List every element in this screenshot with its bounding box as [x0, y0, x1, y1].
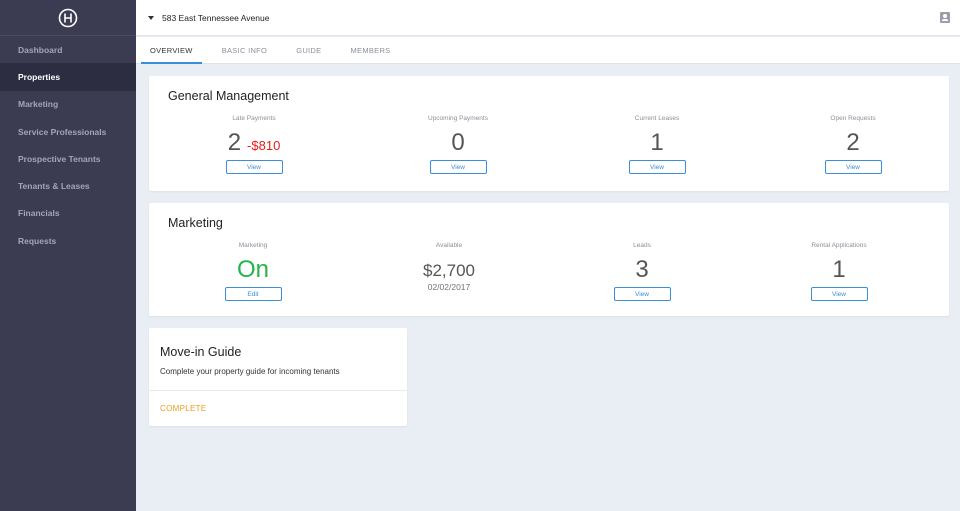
sidebar-item-label: Financials [18, 208, 60, 219]
stat-label: Open Requests [830, 115, 876, 122]
sidebar-item-dashboard[interactable]: Dashboard [0, 36, 136, 63]
sidebar-item-label: Tenants & Leases [18, 181, 90, 192]
sidebar-item-requests[interactable]: Requests [0, 227, 136, 254]
sidebar-item-service-professionals[interactable]: Service Professionals [0, 118, 136, 145]
edit-marketing-button[interactable]: Edit [224, 287, 282, 301]
sidebar-item-prospective-tenants[interactable]: Prospective Tenants [0, 145, 136, 172]
property-address-selector[interactable]: 583 East Tennessee Avenue [162, 13, 269, 23]
move-in-guide-card: Move-in Guide Complete your property gui… [149, 328, 407, 426]
stat-leads: Leads 3 View [541, 242, 743, 301]
caret-down-icon[interactable] [148, 15, 154, 20]
late-amount: -$810 [247, 138, 281, 153]
view-leads-button[interactable]: View [613, 287, 671, 301]
view-late-payments-button[interactable]: View [225, 160, 283, 174]
hexagon-logo-icon [58, 8, 78, 27]
sidebar-item-label: Dashboard [18, 44, 63, 55]
rent-amount: $2,700 [423, 261, 475, 280]
stat-available: Available $2,700 02/02/2017 [357, 242, 541, 301]
stat-value: 0 [451, 129, 465, 156]
tab-guide[interactable]: GUIDE [287, 37, 330, 63]
divider [149, 390, 407, 391]
stats-row: Marketing On Edit Available $2,700 02/02… [149, 242, 949, 301]
card-title: General Management [168, 89, 289, 103]
stat-label: Upcoming Payments [428, 115, 488, 122]
sidebar-item-label: Marketing [18, 99, 59, 110]
marketing-status-value: On [236, 256, 269, 283]
card-title: Marketing [168, 216, 223, 230]
top-bar: 583 East Tennessee Avenue [136, 0, 960, 36]
sidebar-item-marketing[interactable]: Marketing [0, 91, 136, 118]
account-box-icon[interactable] [940, 12, 950, 23]
sidebar-item-label: Properties [18, 71, 61, 82]
logo[interactable] [0, 0, 136, 36]
stat-label: Available [435, 242, 463, 249]
sidebar-item-label: Requests [18, 235, 57, 246]
sidebar: Dashboard Properties Marketing Service P… [0, 0, 136, 511]
sidebar-item-tenants-leases[interactable]: Tenants & Leases [0, 172, 136, 199]
stats-row: Late Payments 2 -$810 View Upcoming Paym… [149, 115, 949, 174]
stat-late-payments: Late Payments 2 -$810 View [149, 115, 359, 174]
general-management-card: General Management Late Payments 2 -$810… [149, 76, 949, 191]
stat-label: Late Payments [232, 115, 276, 122]
guide-description: Complete your property guide for incomin… [160, 367, 340, 376]
stat-label: Current Leases [634, 115, 680, 122]
stat-marketing: Marketing On Edit [149, 242, 357, 301]
tab-members[interactable]: MEMBERS [341, 37, 399, 63]
stat-value: 1 [650, 129, 664, 156]
guide-title: Move-in Guide [160, 345, 242, 359]
stat-upcoming-payments: Upcoming Payments 0 View [359, 115, 557, 174]
marketing-card: Marketing Marketing On Edit Available $2… [149, 203, 949, 316]
stat-value: 2 [846, 129, 860, 156]
stat-value: 2 [227, 129, 242, 156]
available-date: 02/02/2017 [427, 282, 471, 292]
sidebar-nav: Dashboard Properties Marketing Service P… [0, 36, 136, 254]
stat-value: 1 [832, 256, 846, 283]
tab-overview[interactable]: OVERVIEW [141, 37, 202, 64]
sidebar-item-label: Service Professionals [18, 126, 107, 137]
stat-label: Leads [633, 242, 651, 249]
view-current-leases-button[interactable]: View [628, 160, 686, 174]
view-upcoming-payments-button[interactable]: View [429, 160, 487, 174]
stat-current-leases: Current Leases 1 View [557, 115, 757, 174]
stat-label: Marketing [238, 242, 268, 249]
stat-label: Rental Applications [811, 242, 867, 249]
sidebar-item-financials[interactable]: Financials [0, 200, 136, 227]
view-rental-applications-button[interactable]: View [810, 287, 868, 301]
stat-open-requests: Open Requests 2 View [757, 115, 949, 174]
stat-rental-applications: Rental Applications 1 View [743, 242, 935, 301]
view-open-requests-button[interactable]: View [824, 160, 882, 174]
sidebar-item-properties[interactable]: Properties [0, 63, 136, 91]
stat-value: 3 [635, 256, 649, 283]
tab-bar: OVERVIEW BASIC INFO GUIDE MEMBERS [136, 37, 960, 64]
tab-basic-info[interactable]: BASIC INFO [213, 37, 277, 63]
sidebar-item-label: Prospective Tenants [18, 153, 101, 164]
guide-complete-link[interactable]: COMPLETE [160, 404, 206, 413]
